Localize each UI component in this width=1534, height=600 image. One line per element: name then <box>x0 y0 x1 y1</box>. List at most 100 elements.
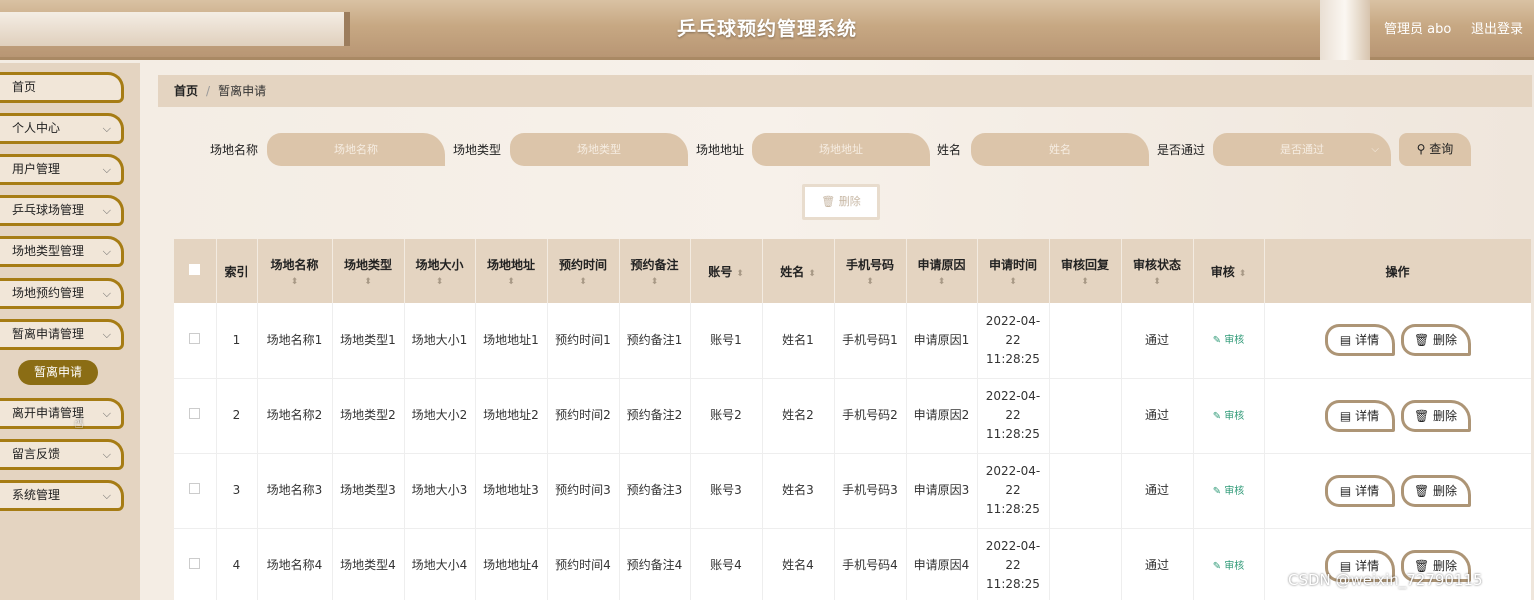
column-header[interactable]: 申请时间 ⬍ <box>977 239 1050 303</box>
column-header[interactable]: 场地地址 ⬍ <box>475 239 548 303</box>
column-header-label: 预约备注 <box>630 257 679 272</box>
batch-delete-label: 删除 <box>838 195 861 208</box>
edit-icon: ✎ <box>1212 410 1222 422</box>
edit-icon: ✎ <box>1212 485 1222 497</box>
sort-icon[interactable]: ⬍ <box>835 277 906 287</box>
cell-type: 场地类型3 <box>332 453 405 529</box>
sidebar-item[interactable]: 系统管理 ⌵ <box>0 480 124 511</box>
query-button[interactable]: ⚲ 查询 <box>1399 133 1471 166</box>
column-header[interactable]: 场地大小 ⬍ <box>404 239 476 303</box>
sidebar-item[interactable]: 场地预约管理 ⌵ <box>0 278 124 309</box>
chevron-down-icon: ⌵ <box>102 407 111 420</box>
sidebar-item[interactable]: 首页 <box>0 72 124 103</box>
row-delete-button[interactable]: 🗑 删除 <box>1400 399 1471 432</box>
cell-actions: ▤ 详情 🗑 删除 <box>1264 453 1531 529</box>
batch-delete-button[interactable]: 🗑 删除 <box>802 184 880 220</box>
column-header[interactable]: 场地名称 ⬍ <box>257 239 333 303</box>
sort-icon[interactable]: ⬍ <box>548 277 619 287</box>
audit-link-label: 审核 <box>1224 410 1245 422</box>
sidebar-subitem-active[interactable]: 暂离申请 <box>18 360 98 385</box>
sort-icon[interactable]: ⬍ <box>333 277 404 287</box>
sort-icon[interactable]: ⬍ <box>978 277 1049 287</box>
cell-time: 预约时间1 <box>547 303 620 379</box>
data-table-wrapper: 索引 场地名称 ⬍ 场地类型 ⬍ 场地大小 ⬍ 场地地址 ⬍ 预约时间 ⬍ 预约备注 ⬍ 账号 ⬍ 姓名 ⬍ 手机… <box>174 239 1531 600</box>
cell-reply <box>1049 528 1122 600</box>
cell-size: 场地大小3 <box>404 453 476 529</box>
cell-reason: 申请原因3 <box>906 453 978 529</box>
column-header[interactable]: 审核回复 ⬍ <box>1049 239 1122 303</box>
cell-status: 通过 <box>1121 303 1194 379</box>
column-header-label: 手机号码 <box>845 257 894 272</box>
row-checkbox[interactable] <box>189 558 201 569</box>
cell-audit: ✎ 审核 <box>1193 303 1265 379</box>
column-header[interactable]: 手机号码 ⬍ <box>834 239 907 303</box>
detail-button[interactable]: ▤ 详情 <box>1324 474 1395 507</box>
column-header[interactable]: 审核 ⬍ <box>1193 239 1265 303</box>
cell-person: 姓名1 <box>762 303 835 379</box>
top-header: 乒乓球预约管理系统 管理员 abo 退出登录 <box>0 0 1534 60</box>
row-delete-button[interactable]: 🗑 删除 <box>1400 474 1471 507</box>
row-checkbox[interactable] <box>189 408 201 419</box>
sidebar-item[interactable]: 场地类型管理 ⌵ <box>0 236 124 267</box>
cell-status: 通过 <box>1121 528 1194 600</box>
audit-link[interactable]: ✎ 审核 <box>1213 411 1245 422</box>
column-header[interactable]: 索引 <box>216 239 258 303</box>
sort-icon[interactable]: ⬍ <box>1122 277 1193 287</box>
row-checkbox[interactable] <box>189 483 201 494</box>
sidebar-item[interactable]: 用户管理 ⌵ <box>0 154 124 185</box>
column-header[interactable]: 场地类型 ⬍ <box>332 239 405 303</box>
audit-link[interactable]: ✎ 审核 <box>1213 561 1245 572</box>
audit-link[interactable]: ✎ 审核 <box>1213 335 1245 346</box>
cell-phone: 手机号码4 <box>834 528 907 600</box>
sidebar-item-label: 暂离申请管理 <box>12 327 85 341</box>
chevron-down-icon: ⌵ <box>102 122 111 135</box>
audit-link[interactable]: ✎ 审核 <box>1213 486 1245 497</box>
sort-icon[interactable]: ⬍ <box>907 277 977 287</box>
table-header-row: 索引 场地名称 ⬍ 场地类型 ⬍ 场地大小 ⬍ 场地地址 ⬍ 预约时间 ⬍ 预约备注 ⬍ 账号 ⬍ 姓名 ⬍ 手机… <box>174 239 1531 303</box>
detail-button[interactable]: ▤ 详情 <box>1324 324 1395 357</box>
row-delete-button-label: 删除 <box>1433 333 1458 348</box>
venue-address-input[interactable] <box>752 133 930 166</box>
sort-icon[interactable]: ⬍ <box>1239 269 1247 279</box>
column-header[interactable]: 预约备注 ⬍ <box>619 239 691 303</box>
row-delete-button[interactable]: 🗑 删除 <box>1400 324 1471 357</box>
column-header[interactable]: 审核状态 ⬍ <box>1121 239 1194 303</box>
trash-icon: 🗑 <box>1413 333 1430 348</box>
breadcrumb-home[interactable]: 首页 <box>174 84 198 98</box>
sort-icon[interactable]: ⬍ <box>405 277 475 287</box>
sort-icon[interactable]: ⬍ <box>258 277 332 287</box>
row-select-cell <box>174 453 217 529</box>
column-header[interactable]: 预约时间 ⬍ <box>547 239 620 303</box>
row-checkbox[interactable] <box>189 332 201 344</box>
venue-name-input[interactable] <box>267 133 445 166</box>
logout-link[interactable]: 退出登录 <box>1471 18 1523 37</box>
column-header[interactable]: 操作 <box>1264 239 1531 303</box>
cell-apply-time: 2022-04-22 11:28:25 <box>977 303 1050 379</box>
chevron-down-icon: ⌵ <box>102 204 111 217</box>
cell-time: 预约时间2 <box>547 378 620 454</box>
approved-select[interactable]: 是否通过 ⌵ <box>1213 133 1391 166</box>
sidebar-item-label: 乒乓球场管理 <box>12 203 85 217</box>
column-header[interactable]: 姓名 ⬍ <box>762 239 835 303</box>
select-all-checkbox[interactable] <box>189 264 201 275</box>
cell-note: 预约备注1 <box>619 303 691 379</box>
sort-icon[interactable]: ⬍ <box>808 269 816 279</box>
sort-icon[interactable]: ⬍ <box>476 277 547 287</box>
detail-button[interactable]: ▤ 详情 <box>1324 399 1395 432</box>
sidebar-item[interactable]: 离开申请管理 ⌵ <box>0 398 124 429</box>
cell-name: 场地名称2 <box>257 378 333 454</box>
column-header-label: 账号 <box>708 264 733 279</box>
sort-icon[interactable]: ⬍ <box>1050 277 1121 287</box>
sidebar-item[interactable]: 留言反馈 ⌵ <box>0 439 124 470</box>
column-header[interactable]: 申请原因 ⬍ <box>906 239 978 303</box>
venue-type-input[interactable] <box>510 133 688 166</box>
name-input[interactable] <box>971 133 1149 166</box>
sort-icon[interactable]: ⬍ <box>736 269 744 279</box>
sidebar-item[interactable]: 个人中心 ⌵ <box>0 113 124 144</box>
column-header-label: 预约时间 <box>558 257 607 272</box>
sort-icon[interactable]: ⬍ <box>620 277 690 287</box>
sidebar-item[interactable]: 乒乓球场管理 ⌵ <box>0 195 124 226</box>
cell-audit: ✎ 审核 <box>1193 378 1265 454</box>
sidebar-item[interactable]: 暂离申请管理 ⌵ <box>0 319 124 350</box>
column-header[interactable]: 账号 ⬍ <box>690 239 763 303</box>
